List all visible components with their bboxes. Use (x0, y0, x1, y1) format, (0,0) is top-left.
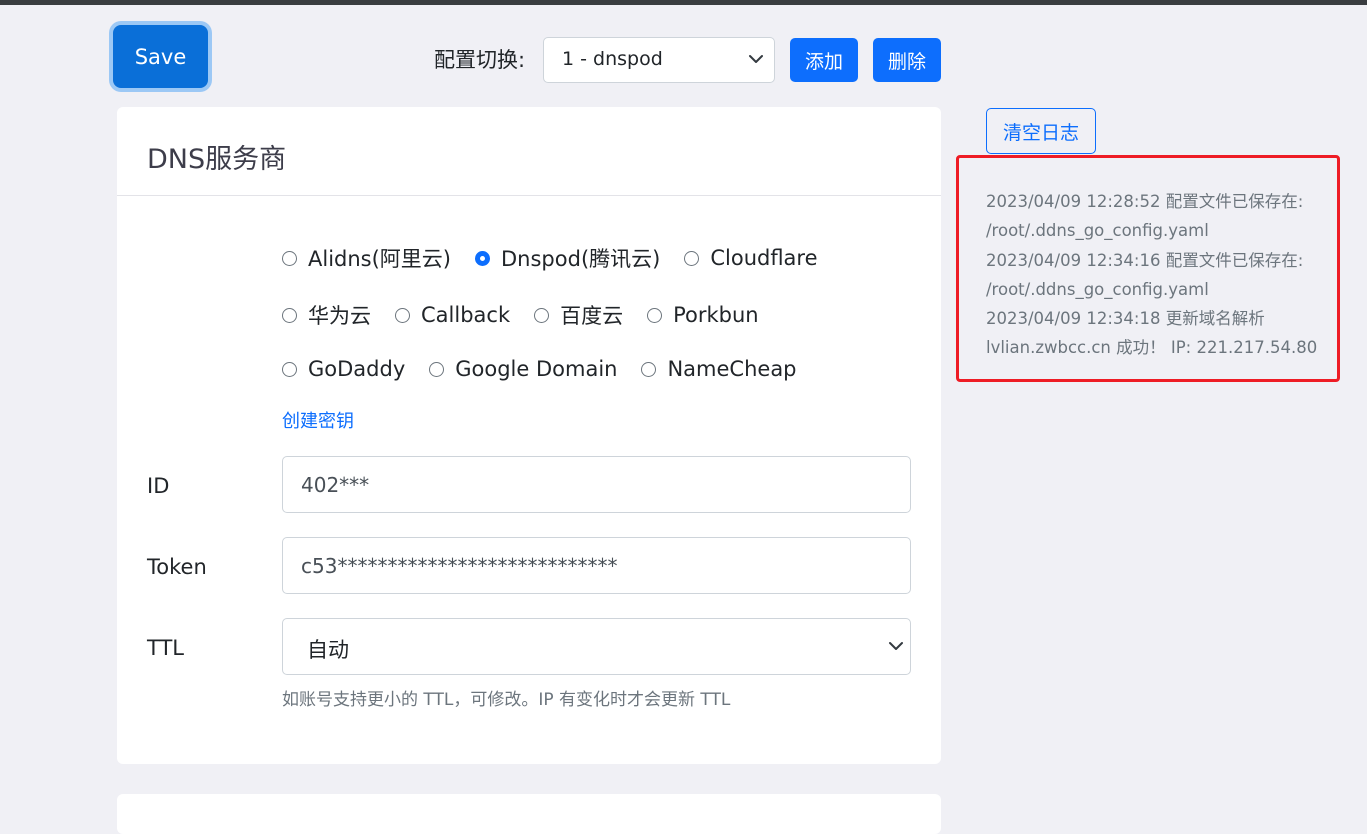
ttl-select-value: 自动 (307, 638, 349, 662)
log-panel-highlight: 2023/04/09 12:28:52 配置文件已保存在: /root/.ddn… (956, 155, 1340, 382)
id-input[interactable] (282, 456, 911, 513)
create-key-link[interactable]: 创建密钥 (282, 407, 354, 433)
provider-label: Callback (421, 303, 511, 327)
ttl-hint: 如账号支持更小的 TTL，可修改。IP 有变化时才会更新 TTL (282, 690, 731, 710)
provider-option-huaweicloud[interactable]: 华为云 (282, 300, 371, 330)
provider-label: 华为云 (308, 304, 371, 328)
radio-button[interactable] (282, 250, 297, 266)
radio-button[interactable] (641, 361, 657, 377)
save-button[interactable]: Save (113, 25, 208, 88)
provider-option-callback[interactable]: Callback (395, 303, 510, 327)
dns-provider-card: DNS服务商 Alidns(阿里云) Dnspod(腾讯云) Cloudflar… (117, 107, 941, 764)
provider-label: Alidns(阿里云) (308, 247, 452, 271)
provider-row-3: GoDaddy Google Domain NameCheap (282, 357, 821, 381)
provider-label: 百度云 (560, 304, 624, 328)
provider-label: Porkbun (673, 303, 759, 327)
provider-label: GoDaddy (308, 357, 406, 381)
delete-config-button[interactable]: 删除 (873, 38, 941, 82)
token-label: Token (147, 555, 207, 579)
radio-button[interactable] (647, 307, 663, 323)
token-input[interactable] (282, 537, 911, 594)
provider-label: NameCheap (667, 357, 797, 381)
radio-button[interactable] (429, 361, 445, 377)
radio-button[interactable] (395, 307, 410, 323)
add-config-button[interactable]: 添加 (790, 38, 858, 82)
provider-option-alidns[interactable]: Alidns(阿里云) (282, 243, 451, 273)
ttl-select[interactable]: 自动 (282, 618, 911, 675)
provider-option-cloudflare[interactable]: Cloudflare (684, 246, 818, 270)
radio-button[interactable] (534, 307, 550, 323)
chevron-down-icon (749, 55, 763, 63)
log-line: /root/.ddns_go_config.yaml (986, 279, 1209, 299)
provider-label: Cloudflare (710, 246, 818, 270)
provider-option-google-domain[interactable]: Google Domain (429, 357, 617, 381)
ttl-label: TTL (147, 636, 184, 660)
provider-option-dnspod[interactable]: Dnspod(腾讯云) (475, 243, 660, 273)
radio-button[interactable] (282, 307, 297, 323)
radio-button[interactable] (684, 250, 700, 266)
radio-button-checked[interactable] (475, 250, 491, 266)
log-line: 2023/04/09 12:34:18 更新域名解析 (986, 309, 1265, 329)
radio-button[interactable] (282, 361, 297, 377)
log-line: 2023/04/09 12:34:16 配置文件已保存在: (986, 250, 1304, 270)
config-switch-label: 配置切换: (434, 48, 526, 72)
config-select-value: 1 - dnspod (562, 48, 663, 70)
provider-label: Dnspod(腾讯云) (501, 247, 661, 271)
provider-row-2: 华为云 Callback 百度云 Porkbun (282, 300, 783, 330)
id-label: ID (147, 474, 170, 498)
log-line: lvlian.zwbcc.cn 成功！ IP: 221.217.54.80 (986, 338, 1318, 358)
clear-log-button[interactable]: 清空日志 (986, 108, 1096, 154)
card-title: DNS服务商 (147, 144, 287, 175)
provider-label: Google Domain (455, 357, 618, 381)
log-line: /root/.ddns_go_config.yaml (986, 221, 1209, 241)
provider-row-1: Alidns(阿里云) Dnspod(腾讯云) Cloudflare (282, 243, 842, 273)
next-card (117, 794, 941, 834)
provider-option-baiducloud[interactable]: 百度云 (534, 300, 623, 330)
top-bar (0, 0, 1367, 5)
provider-option-godaddy[interactable]: GoDaddy (282, 357, 405, 381)
provider-option-porkbun[interactable]: Porkbun (647, 303, 759, 327)
log-line: 2023/04/09 12:28:52 配置文件已保存在: (986, 192, 1304, 211)
config-select[interactable]: 1 - dnspod (543, 37, 775, 83)
log-text: 2023/04/09 12:28:52 配置文件已保存在: /root/.ddn… (986, 187, 1336, 363)
card-header: DNS服务商 (117, 107, 941, 196)
provider-option-namecheap[interactable]: NameCheap (641, 357, 797, 381)
chevron-down-icon (889, 642, 903, 650)
